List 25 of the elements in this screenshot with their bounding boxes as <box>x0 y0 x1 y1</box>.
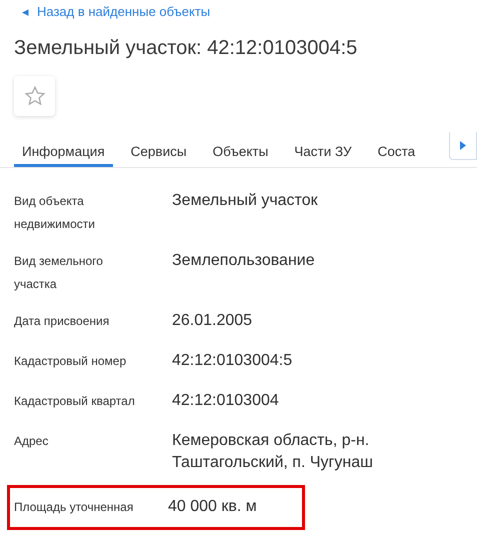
triangle-right-icon <box>460 140 466 150</box>
tab[interactable]: Сервисы <box>122 132 195 167</box>
field-value: Кемеровская область, р-н. Таштагольский, п. Чугунаш <box>172 431 374 473</box>
field-value: 26.01.2005 <box>172 311 252 331</box>
field-label: Адрес <box>14 433 50 450</box>
tab[interactable]: Части ЗУ <box>286 132 360 167</box>
field-value: 42:12:0103004:5 <box>172 351 292 371</box>
field-label: Кадастровый квартал <box>14 393 136 410</box>
field-label: Вид объекта недвижимости <box>14 193 96 233</box>
tab[interactable]: Соста <box>370 132 424 167</box>
field-value: Земельный участок <box>172 191 318 211</box>
field-value: 40 000 кв. м <box>168 497 257 517</box>
page-title: Земельный участок: 42:12:0103004:5 <box>14 36 358 60</box>
back-link[interactable]: ◂ Назад в найденные объекты <box>0 5 210 19</box>
field-value: 42:12:0103004 <box>172 391 279 411</box>
favorite-button[interactable] <box>14 76 55 116</box>
star-icon <box>24 85 46 107</box>
tab[interactable]: Информация <box>14 132 113 167</box>
scroll-right-button[interactable] <box>449 132 477 160</box>
field-label: Кадастровый номер <box>14 353 128 370</box>
tab[interactable]: Объекты <box>204 132 276 167</box>
field-value: Землепользование <box>172 251 315 271</box>
field-label: Площадь уточненная <box>14 499 134 516</box>
field-label: Дата присвоения <box>14 313 110 330</box>
field-label: Вид земельного участка <box>14 253 104 293</box>
